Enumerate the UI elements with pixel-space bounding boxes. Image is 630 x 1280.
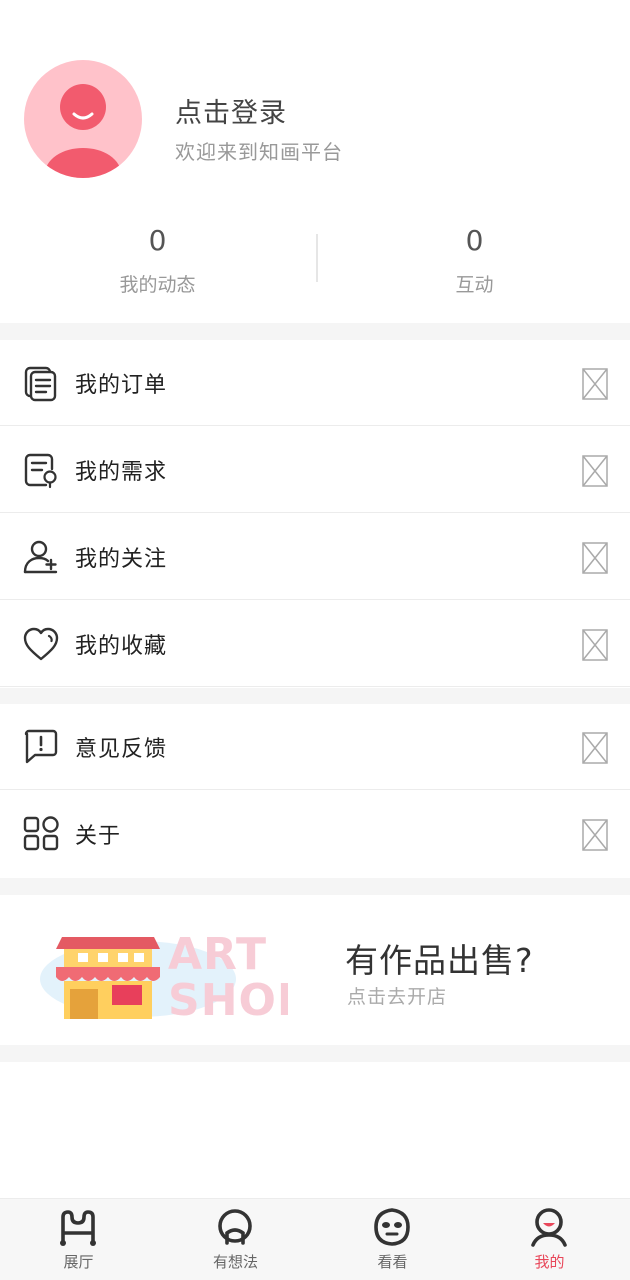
menu-item-about[interactable]: 关于 [0,791,630,877]
stat-interactions[interactable]: 0 互动 [317,218,630,297]
requirements-icon [24,453,57,489]
section-divider [0,688,630,704]
chevron-right-icon [582,732,608,764]
menu-label: 我的关注 [75,547,168,572]
tab-ideas[interactable]: 有想法 [157,1199,314,1280]
menu-item-orders[interactable]: 我的订单 [0,340,630,426]
chevron-right-icon [582,455,608,487]
chevron-right-icon [582,368,608,400]
menu-label: 我的收藏 [75,634,168,659]
menu-label: 我的需求 [75,460,168,485]
stat-label: 我的动态 [119,274,196,296]
welcome-text: 欢迎来到知画平台 [175,140,343,164]
menu-item-requirements[interactable]: 我的需求 [0,427,630,513]
gallery-icon [60,1210,96,1246]
menu-item-favorites[interactable]: 我的收藏 [0,601,630,687]
menu-item-feedback[interactable]: 意见反馈 [0,704,630,790]
promo-title: 有作品出售? [345,941,534,980]
look-icon [374,1208,410,1246]
stat-value: 0 [465,224,484,257]
follow-user-icon [23,540,58,574]
stats-bar: 0 我的动态 0 互动 [0,218,630,310]
apps-icon [23,816,59,851]
feedback-icon [24,729,58,764]
login-link[interactable]: 点击登录 [175,91,287,130]
tab-label: 有想法 [212,1253,258,1271]
me-icon [531,1208,567,1247]
idea-icon [218,1209,252,1245]
tab-label: 展厅 [63,1253,94,1271]
art-shop-illustration: ART SHOP [40,929,288,1026]
avatar[interactable] [24,60,142,178]
menu-label: 意见反馈 [75,737,168,762]
section-divider [0,878,630,895]
open-shop-banner[interactable]: ART SHOP 有作品出售? 点击去开店 [0,895,630,1045]
default-avatar-icon [44,84,122,178]
stat-my-posts[interactable]: 0 我的动态 [0,218,315,297]
tab-gallery[interactable]: 展厅 [0,1199,157,1280]
chevron-right-icon [582,629,608,661]
tab-look[interactable]: 看看 [314,1199,471,1280]
promo-subtitle: 点击去开店 [347,986,448,1008]
section-divider [0,323,630,340]
heart-icon [23,627,59,661]
section-divider [0,1045,630,1062]
menu-item-following[interactable]: 我的关注 [0,514,630,600]
svg-text:SHOP: SHOP [168,975,288,1026]
menu-label: 我的订单 [75,373,168,398]
profile-header[interactable]: 点击登录 欢迎来到知画平台 [0,0,630,210]
svg-text:ART: ART [168,929,267,980]
chevron-right-icon [582,542,608,574]
tab-label: 我的 [534,1253,565,1271]
orders-icon [24,366,57,402]
stat-label: 互动 [455,274,494,296]
tab-me[interactable]: 我的 [471,1199,628,1280]
tab-label: 看看 [377,1253,408,1271]
bottom-tab-bar: 展厅 有想法 看看 我的 [0,1198,630,1280]
menu-label: 关于 [75,824,122,849]
stat-value: 0 [148,224,167,257]
chevron-right-icon [582,819,608,851]
